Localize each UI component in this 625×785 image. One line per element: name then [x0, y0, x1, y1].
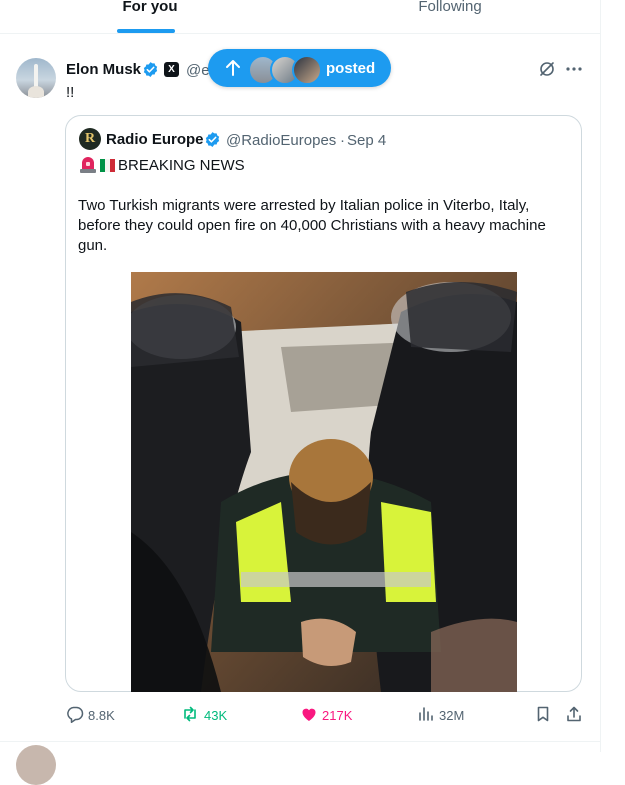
quoted-post-date[interactable]: Sep 4 — [347, 132, 386, 149]
share-icon[interactable] — [565, 705, 583, 723]
repost-icon — [184, 706, 196, 722]
active-tab-indicator — [117, 29, 175, 33]
poster-avatar — [292, 55, 322, 85]
show-new-posts-label: posted — [326, 60, 376, 77]
repost-count: 43K — [204, 708, 228, 723]
siren-and-italy-flag-icon — [80, 157, 115, 173]
bookmark-icon[interactable] — [534, 705, 552, 723]
rocket-plume — [28, 86, 44, 98]
affiliate-x-badge-icon[interactable]: X — [164, 62, 179, 77]
views-button[interactable]: 32M — [417, 705, 477, 725]
quoted-post-text: Two Turkish migrants were arrested by It… — [78, 197, 546, 254]
verified-badge-icon — [205, 132, 220, 147]
reply-count: 8.8K — [88, 708, 115, 723]
quoted-author-handle[interactable]: @RadioEuropes — [226, 132, 336, 149]
like-button[interactable]: 217K — [300, 705, 360, 725]
views-chart-icon — [419, 707, 433, 721]
next-post-avatar[interactable] — [16, 745, 56, 785]
reply-icon — [67, 706, 84, 723]
tab-following[interactable]: Following — [300, 0, 600, 33]
quoted-author-avatar[interactable]: R — [79, 128, 101, 150]
tab-following-label: Following — [418, 0, 482, 15]
reply-button[interactable]: 8.8K — [66, 705, 126, 725]
quoted-headline: BREAKING NEWS — [118, 157, 245, 174]
post-divider — [0, 741, 600, 742]
repost-button[interactable]: 43K — [181, 705, 241, 725]
meta-separator: · — [340, 132, 345, 149]
like-count: 217K — [322, 708, 353, 723]
view-count: 32M — [439, 708, 465, 723]
arrest-photo-illustration — [131, 272, 517, 692]
verified-badge-icon — [143, 62, 158, 77]
tweet-text: !! — [66, 84, 75, 101]
arrow-up-icon — [226, 60, 240, 76]
more-options-icon[interactable] — [565, 60, 583, 78]
tab-for-you-label: For you — [122, 0, 178, 15]
timeline-tabs: For you Following — [0, 0, 600, 34]
heart-icon — [302, 708, 316, 721]
quoted-author-name[interactable]: Radio Europe — [106, 131, 204, 148]
author-name[interactable]: Elon Musk — [66, 61, 141, 78]
grok-icon[interactable] — [538, 60, 556, 78]
author-avatar[interactable] — [16, 58, 56, 98]
quoted-post-photo[interactable] — [131, 272, 517, 692]
